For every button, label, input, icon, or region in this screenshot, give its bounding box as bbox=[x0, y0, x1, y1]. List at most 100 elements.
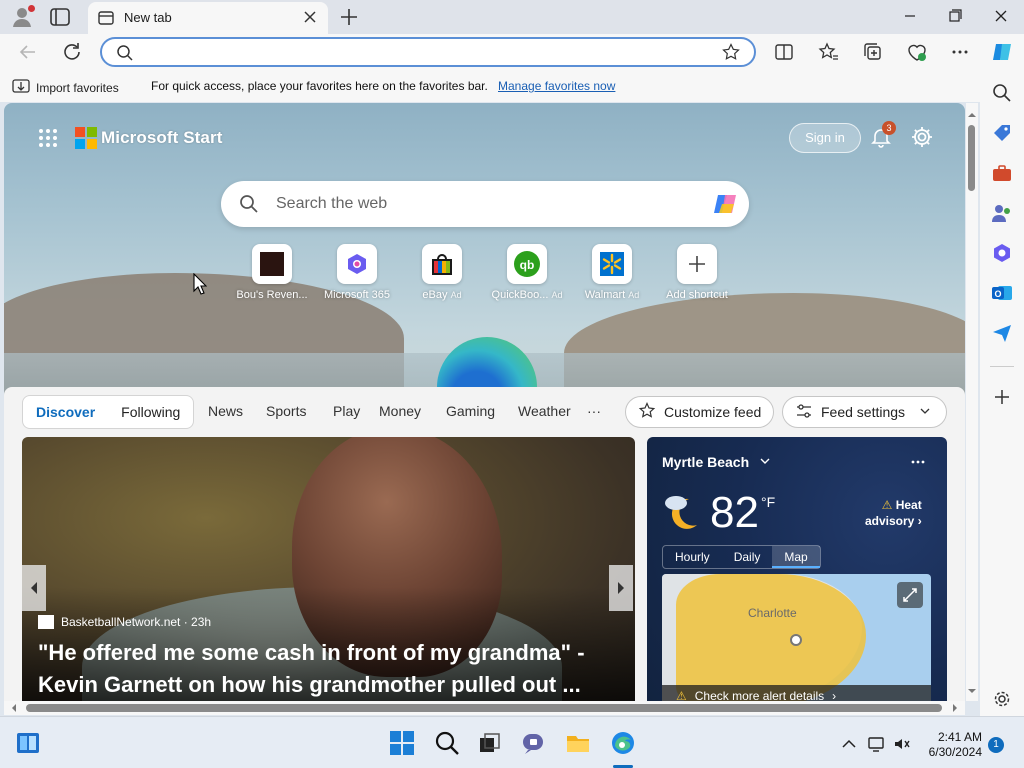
file-explorer-icon[interactable] bbox=[565, 730, 591, 756]
feed-link-weather[interactable]: Weather bbox=[518, 403, 571, 419]
customize-feed-label: Customize feed bbox=[664, 404, 762, 420]
weather-location-selector[interactable]: Myrtle Beach bbox=[662, 454, 771, 470]
weather-tab-map[interactable]: Map bbox=[772, 546, 820, 568]
import-favorites-button[interactable]: Import favorites bbox=[12, 78, 119, 97]
more-options-icon[interactable] bbox=[948, 40, 972, 64]
sidebar-settings-gear-icon[interactable] bbox=[991, 688, 1013, 710]
people-icon[interactable] bbox=[991, 202, 1013, 224]
shortcut-tile[interactable]: qb QuickBoo... Ad bbox=[479, 244, 575, 301]
network-icon[interactable] bbox=[867, 735, 885, 753]
profile-icon[interactable] bbox=[10, 5, 35, 29]
weather-tab-hourly[interactable]: Hourly bbox=[663, 546, 722, 568]
widgets-icon[interactable] bbox=[15, 730, 41, 756]
collections-icon[interactable] bbox=[861, 40, 885, 64]
check-alert-details-link[interactable]: ⚠ Check more alert details › bbox=[662, 685, 931, 701]
shortcut-tile[interactable]: Microsoft 365 bbox=[309, 244, 405, 301]
weather-card[interactable]: Myrtle Beach 82 °F ⚠ Heat advisory › Hou… bbox=[647, 437, 947, 701]
vertical-scroll-thumb[interactable] bbox=[968, 125, 975, 191]
split-screen-icon[interactable] bbox=[772, 40, 796, 64]
advisory-line-1: Heat bbox=[895, 498, 922, 512]
feed-more-button[interactable]: ··· bbox=[587, 403, 601, 419]
back-button[interactable] bbox=[16, 40, 40, 64]
feed-link-gaming[interactable]: Gaming bbox=[446, 403, 495, 419]
close-tab-icon[interactable] bbox=[302, 9, 318, 25]
volume-muted-icon[interactable] bbox=[893, 735, 911, 753]
scroll-left-icon[interactable] bbox=[8, 702, 20, 714]
feed-link-news[interactable]: News bbox=[208, 403, 243, 419]
shortcut-tile[interactable]: Walmart Ad bbox=[564, 244, 660, 301]
scroll-up-icon[interactable] bbox=[966, 109, 978, 121]
refresh-button[interactable] bbox=[60, 40, 84, 64]
sign-in-button[interactable]: Sign in bbox=[789, 123, 861, 153]
app-launcher-icon[interactable] bbox=[38, 128, 58, 148]
temperature-unit: °F bbox=[761, 494, 776, 510]
new-tab-button[interactable] bbox=[338, 6, 360, 28]
shortcut-label: Bou's Reven... bbox=[236, 289, 308, 301]
add-sidebar-app-icon[interactable] bbox=[991, 386, 1013, 408]
page-settings-gear-icon[interactable] bbox=[910, 125, 934, 149]
teams-chat-icon[interactable] bbox=[520, 730, 546, 756]
horizontal-scrollbar[interactable] bbox=[4, 701, 965, 715]
article-source[interactable]: BasketballNetwork.net · 23h bbox=[38, 615, 211, 629]
article-headline[interactable]: "He offered me some cash in front of my … bbox=[38, 637, 628, 701]
sparkle-edit-icon bbox=[638, 401, 656, 423]
scroll-down-icon[interactable] bbox=[966, 685, 978, 697]
copilot-search-icon[interactable] bbox=[711, 189, 741, 219]
browser-essentials-icon[interactable] bbox=[905, 40, 929, 64]
restore-button[interactable] bbox=[935, 4, 975, 28]
tab-discover[interactable]: Discover bbox=[23, 396, 108, 428]
chevron-right-icon: › bbox=[832, 689, 837, 701]
notifications-button[interactable]: 3 bbox=[870, 121, 896, 148]
favorites-icon[interactable] bbox=[816, 40, 840, 64]
carousel-next-button[interactable] bbox=[609, 565, 633, 611]
warning-icon: ⚠ bbox=[676, 689, 687, 701]
add-shortcut-button[interactable]: Add shortcut bbox=[649, 244, 745, 301]
web-search-box[interactable]: Search the web bbox=[221, 181, 749, 227]
feed-link-money[interactable]: Money bbox=[379, 403, 421, 419]
send-telegram-icon[interactable] bbox=[991, 322, 1013, 344]
feed-link-sports[interactable]: Sports bbox=[266, 403, 306, 419]
vertical-scrollbar[interactable] bbox=[966, 103, 978, 701]
horizontal-scroll-thumb[interactable] bbox=[26, 704, 942, 712]
minimize-button[interactable] bbox=[890, 4, 930, 28]
shortcut-tile[interactable]: Bou's Reven... bbox=[224, 244, 320, 301]
edge-browser-icon[interactable] bbox=[610, 730, 636, 756]
svg-text:qb: qb bbox=[520, 258, 535, 272]
weather-tab-daily[interactable]: Daily bbox=[722, 546, 773, 568]
hero-news-card[interactable]: BasketballNetwork.net · 23h "He offered … bbox=[22, 437, 635, 701]
customize-feed-button[interactable]: Customize feed bbox=[625, 396, 775, 428]
shortcut-tile[interactable]: eBay Ad bbox=[394, 244, 490, 301]
outlook-icon[interactable]: O bbox=[991, 282, 1013, 304]
close-window-button[interactable] bbox=[981, 4, 1021, 28]
new-tab-page-icon bbox=[98, 10, 114, 26]
start-menu-icon[interactable] bbox=[389, 730, 415, 756]
tab-actions-icon[interactable] bbox=[50, 8, 70, 26]
tab-new-tab[interactable]: New tab bbox=[88, 2, 328, 34]
weather-more-options-icon[interactable] bbox=[911, 451, 925, 469]
system-clock[interactable]: 2:41 AM 6/30/2024 bbox=[924, 730, 982, 760]
alert-details-label: Check more alert details bbox=[694, 689, 825, 701]
manage-favorites-link[interactable]: Manage favorites now bbox=[498, 79, 615, 93]
expand-map-icon[interactable] bbox=[897, 582, 923, 608]
publisher-logo-icon bbox=[38, 615, 54, 629]
add-favorite-star-icon[interactable] bbox=[722, 43, 740, 61]
notification-center-badge[interactable]: 1 bbox=[988, 737, 1004, 753]
carousel-previous-button[interactable] bbox=[22, 565, 46, 611]
microsoft-365-sidebar-icon[interactable] bbox=[991, 242, 1013, 264]
show-hidden-icons-chevron-icon[interactable] bbox=[840, 735, 858, 753]
copilot-icon[interactable] bbox=[990, 40, 1014, 64]
taskbar-search-icon[interactable] bbox=[434, 730, 460, 756]
article-source-label: BasketballNetwork.net · 23h bbox=[61, 615, 212, 629]
feed-settings-button[interactable]: Feed settings bbox=[782, 396, 947, 428]
tools-briefcase-icon[interactable] bbox=[991, 162, 1013, 184]
task-view-icon[interactable] bbox=[476, 730, 502, 756]
sidebar-search-icon[interactable] bbox=[991, 82, 1013, 104]
heat-advisory-alert[interactable]: ⚠ Heat advisory › bbox=[865, 497, 922, 529]
address-bar[interactable] bbox=[100, 37, 756, 67]
weather-alert-map[interactable]: Charlotte ⚠ Check more alert details › bbox=[662, 574, 931, 701]
shopping-tag-icon[interactable] bbox=[991, 122, 1013, 144]
feed-link-play[interactable]: Play bbox=[333, 403, 360, 419]
scroll-right-icon[interactable] bbox=[949, 702, 961, 714]
tab-following[interactable]: Following bbox=[108, 396, 193, 428]
brand-name[interactable]: Microsoft Start bbox=[101, 128, 222, 148]
